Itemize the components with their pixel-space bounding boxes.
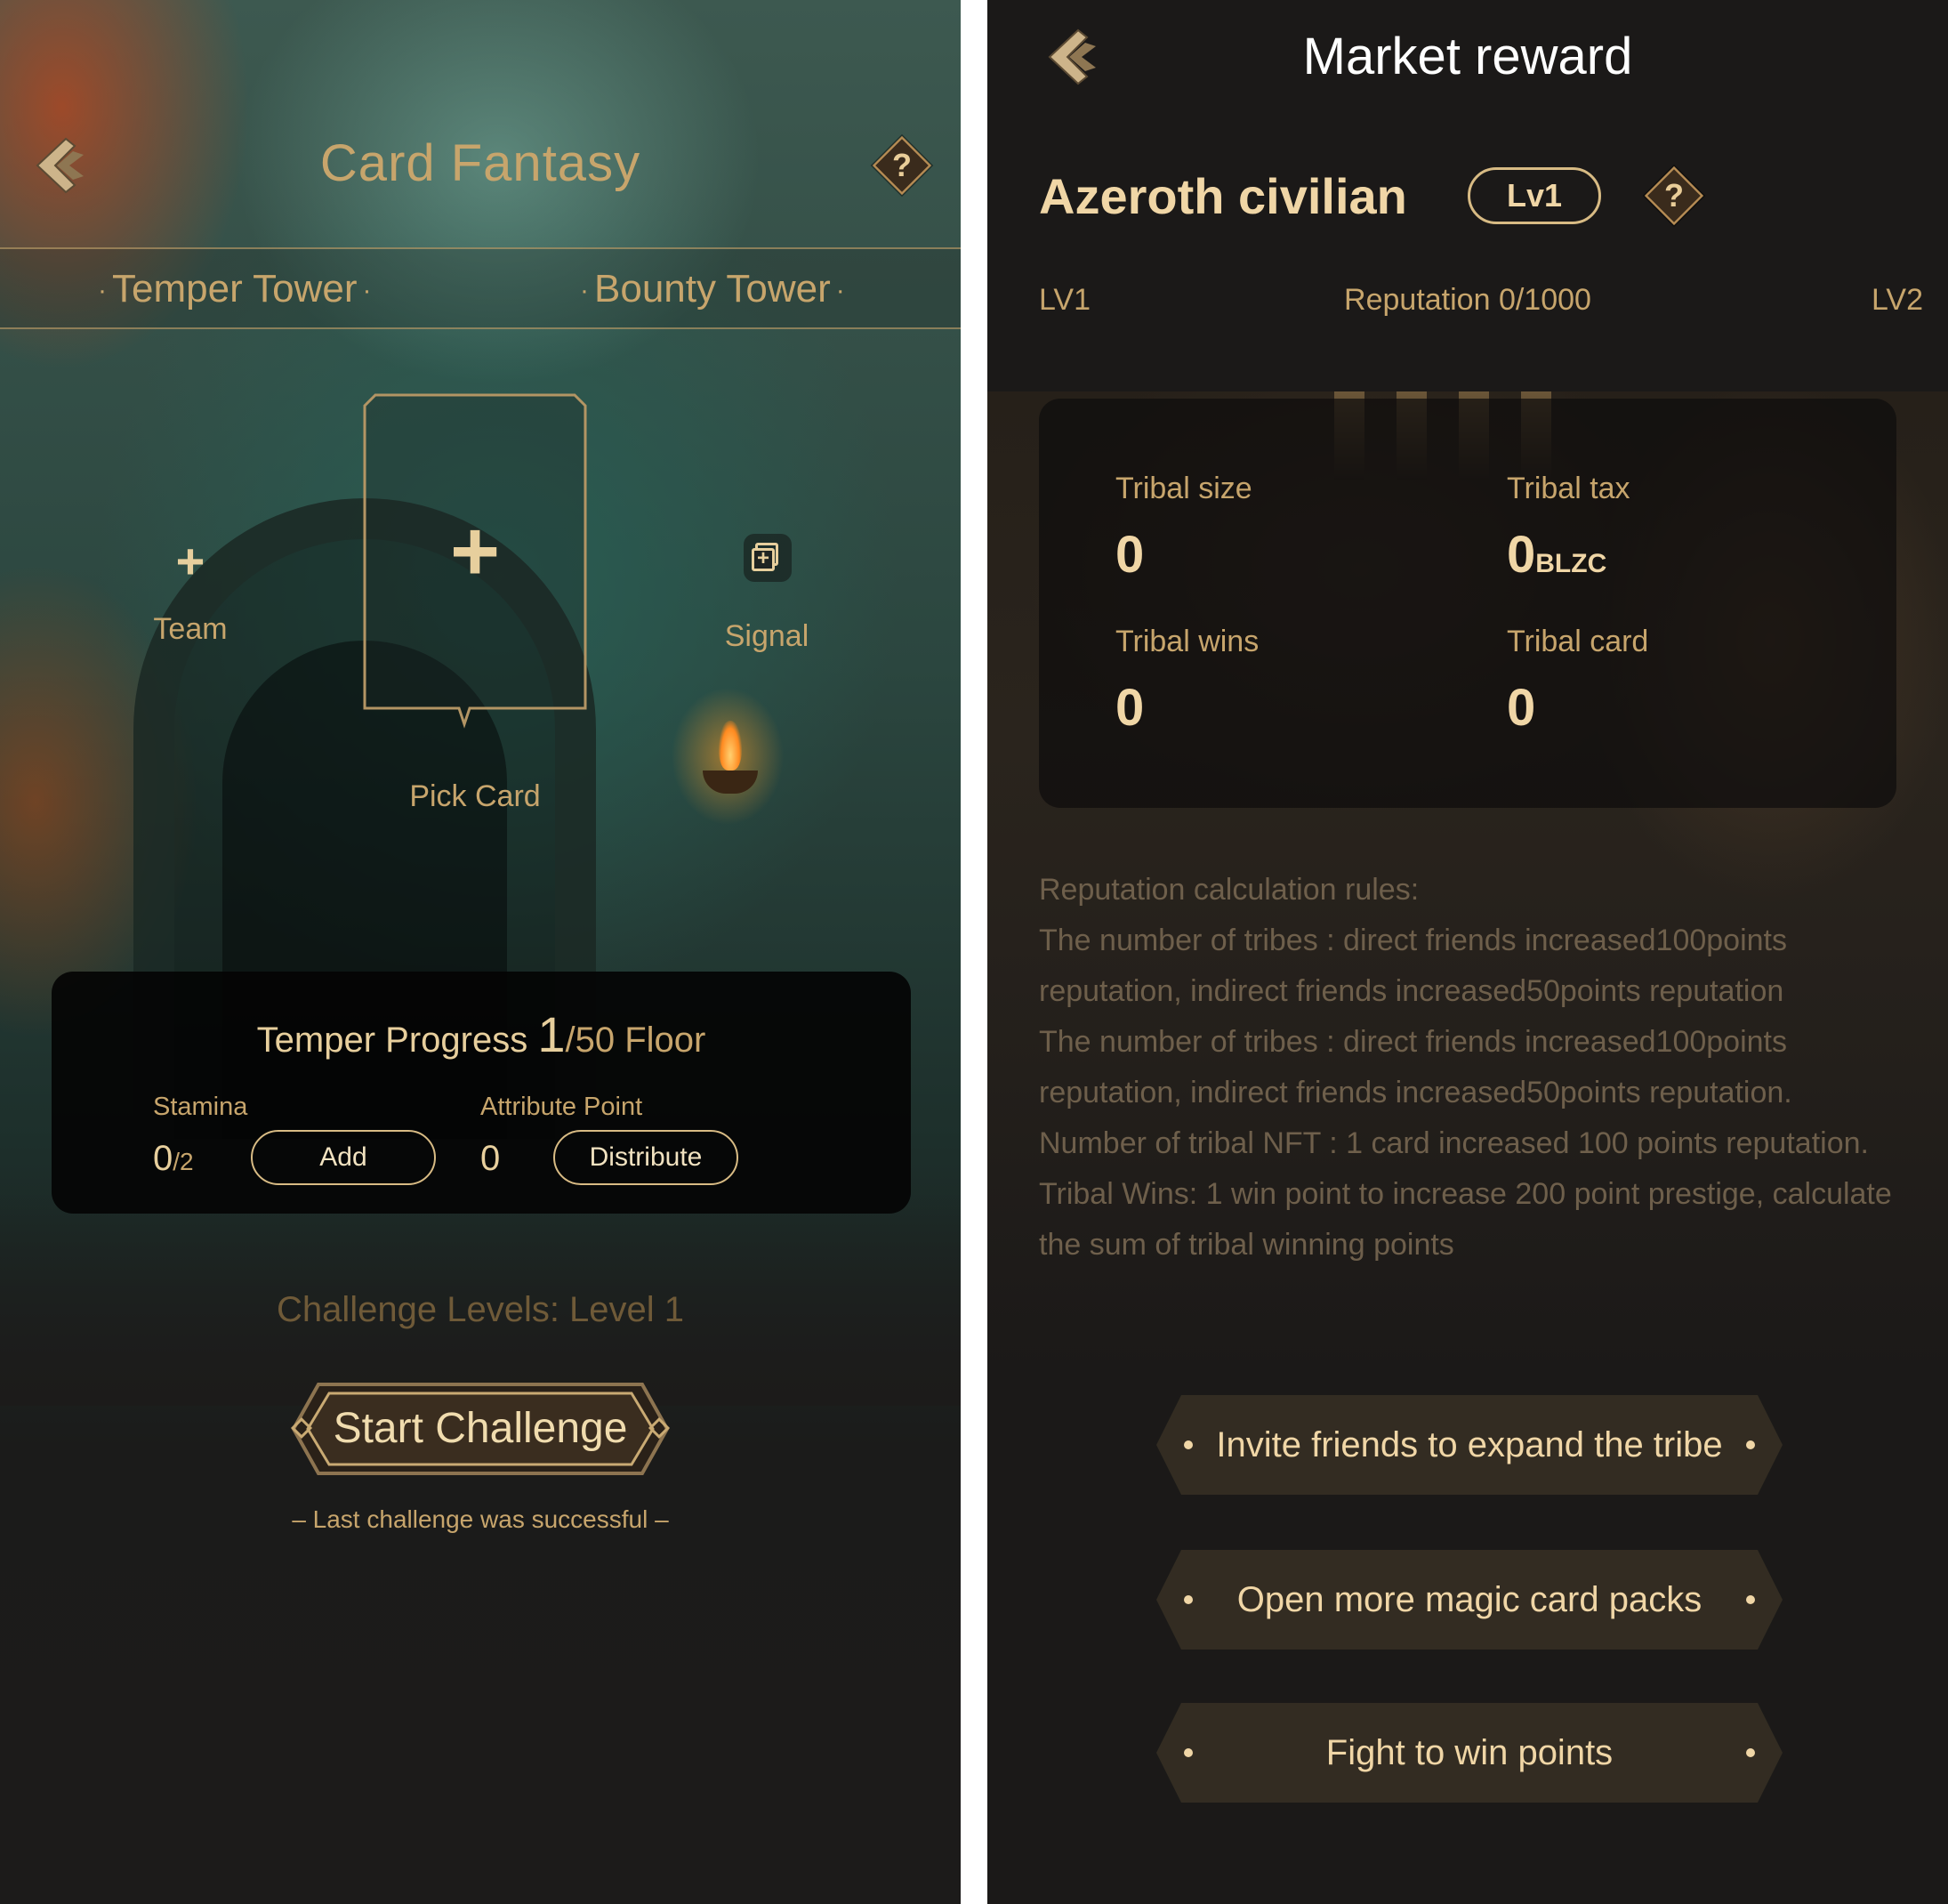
market-reward-screen: Market reward Azeroth civilian Lv1 ? LV1… <box>987 0 1948 1904</box>
question-icon: ? <box>892 147 912 183</box>
start-challenge-button[interactable]: Start Challenge <box>283 1376 678 1482</box>
tribal-size-label: Tribal size <box>1115 472 1252 505</box>
signal-label: Signal <box>724 619 809 653</box>
torch-brazier <box>703 770 758 794</box>
tribal-tax-label: Tribal tax <box>1507 472 1630 505</box>
current-floor: 1 <box>537 1006 566 1062</box>
tribal-card-label: Tribal card <box>1507 625 1649 658</box>
help-button[interactable]: ? <box>872 135 932 196</box>
tribal-tax-value: 0BLZC <box>1507 526 1607 584</box>
rule-item: The number of tribes : direct friends in… <box>1039 1025 1792 1109</box>
attribute-point-label: Attribute Point <box>480 1093 643 1121</box>
reputation-level-end: LV2 <box>1872 283 1923 317</box>
tribal-wins-label: Tribal wins <box>1115 625 1260 658</box>
page-title: Market reward <box>1302 28 1633 85</box>
rules-heading: Reputation calculation rules: <box>1039 873 1420 907</box>
question-icon: ? <box>1664 177 1684 214</box>
tribal-size-value: 0 <box>1115 526 1145 584</box>
distribute-button[interactable]: Distribute <box>553 1130 738 1185</box>
last-challenge-note: – Last challenge was successful – <box>292 1505 669 1533</box>
signal-add-icon[interactable]: + <box>744 534 792 582</box>
tab-temper-tower[interactable]: · Temper Tower · <box>93 267 377 311</box>
reputation-rules: Reputation calculation rules: The number… <box>1039 865 1911 1271</box>
temper-progress-heading: Temper Progress 1/50 Floor <box>256 1006 706 1062</box>
tower-tabs: · Temper Tower · · Bounty Tower · <box>0 247 961 329</box>
tribe-rank-name: Azeroth civilian <box>1039 168 1407 224</box>
pick-card-label: Pick Card <box>409 779 541 813</box>
level-badge: Lv1 <box>1468 167 1601 224</box>
stamina-value: 0/2 <box>153 1139 194 1178</box>
screenshot-divider <box>961 0 987 1904</box>
tribal-card-value: 0 <box>1507 679 1536 737</box>
rule-item: The number of tribes : direct friends in… <box>1039 924 1788 1008</box>
reputation-progress-text: Reputation 0/1000 <box>1344 283 1591 317</box>
help-button[interactable]: ? <box>1644 165 1704 226</box>
page-title: Card Fantasy <box>319 134 641 192</box>
team-label: Team <box>153 612 228 646</box>
rule-item: Number of tribal NFT : 1 card increased … <box>1039 1126 1869 1160</box>
add-stamina-button[interactable]: Add <box>251 1130 436 1185</box>
fight-to-win-button[interactable]: Fight to win points <box>1156 1703 1783 1803</box>
tribe-stats-panel: Tribal size 0 Tribal tax 0BLZC Tribal wi… <box>1039 399 1896 808</box>
rule-item: Tribal Wins: 1 win point to increase 200… <box>1039 1177 1892 1262</box>
torch-flame <box>719 721 742 770</box>
tab-bounty-tower[interactable]: · Bounty Tower · <box>575 267 850 311</box>
temper-progress-panel: Temper Progress 1/50 Floor Stamina 0/2 A… <box>52 972 911 1214</box>
pick-card-plus-icon: + <box>449 504 501 599</box>
card-fantasy-screen: Card Fantasy ? · Temper Tower · · Bounty To… <box>0 0 961 1904</box>
open-card-packs-button[interactable]: Open more magic card packs <box>1156 1550 1783 1650</box>
tribal-wins-value: 0 <box>1115 679 1145 737</box>
attribute-point-value: 0 <box>480 1139 501 1178</box>
stamina-label: Stamina <box>153 1093 248 1121</box>
team-plus-icon[interactable]: + <box>164 532 217 590</box>
invite-friends-button[interactable]: Invite friends to expand the tribe <box>1156 1395 1783 1495</box>
challenge-levels: Challenge Levels: Level 1 <box>276 1290 685 1329</box>
